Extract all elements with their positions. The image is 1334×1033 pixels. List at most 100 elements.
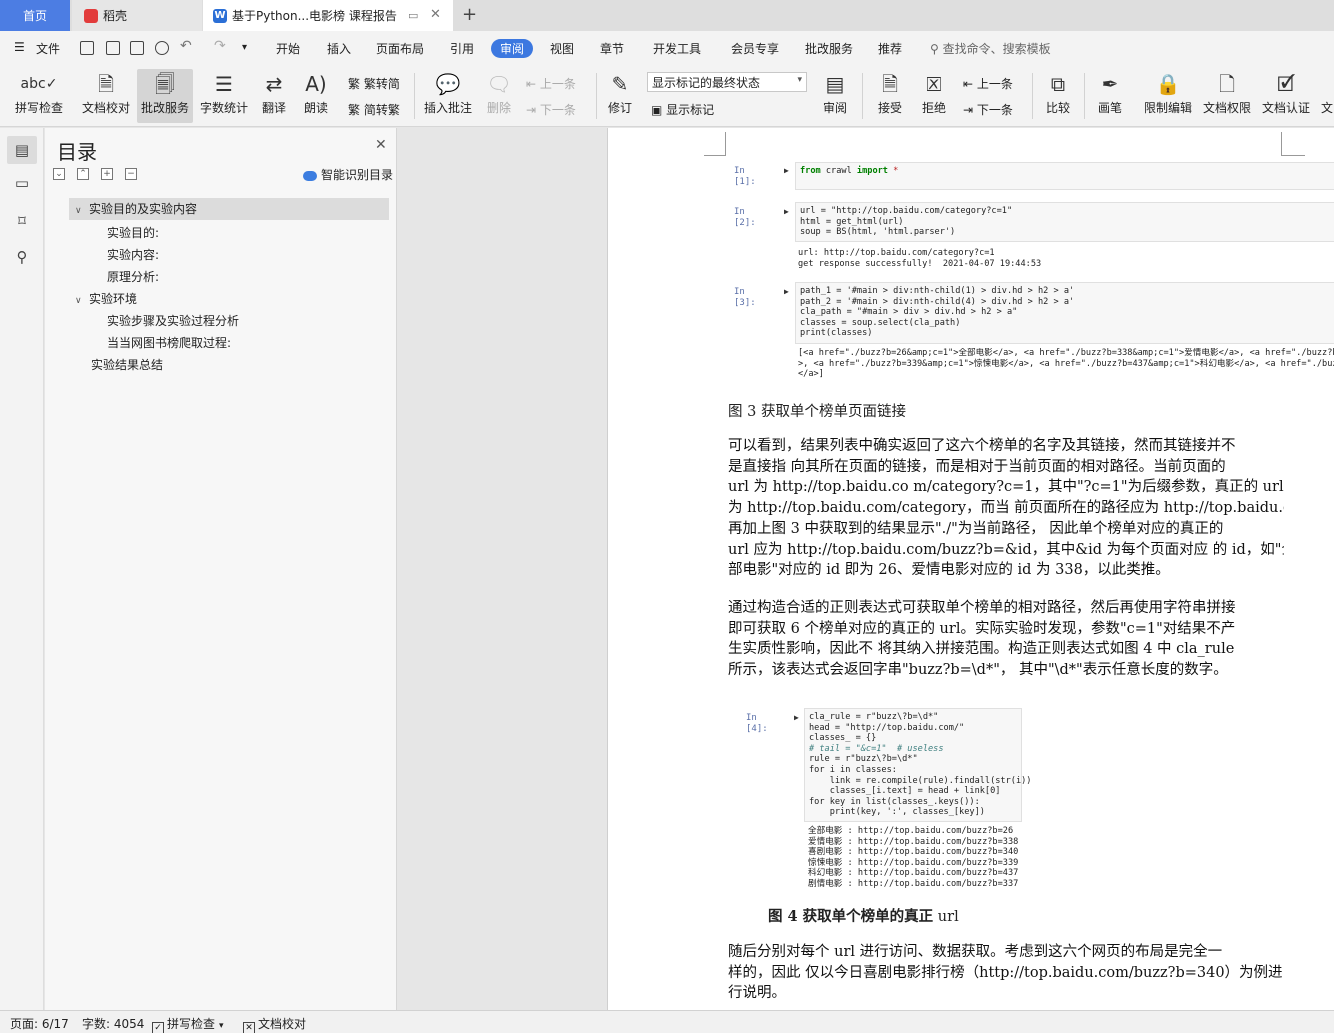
cell-output: url: http://top.baidu.com/category?c=1 g…: [798, 248, 1041, 269]
code-line: classes_[i.text] = head + link[0]: [809, 786, 1001, 797]
toc-item[interactable]: 实验目的:: [107, 224, 159, 241]
status-spell-check[interactable]: ✓ 拼写检查 ▾: [152, 1015, 224, 1033]
menu-review[interactable]: 审阅: [491, 39, 534, 58]
cell-output: 全部电影 : http://top.baidu.com/buzz?b=26 爱情…: [808, 826, 1018, 890]
next-change-icon: ⇥: [963, 103, 977, 117]
menu-file[interactable]: 文件: [36, 40, 60, 57]
menu-layout[interactable]: 页面布局: [376, 40, 424, 57]
doc-certify-button[interactable]: 🗹 文档认证: [1258, 69, 1314, 123]
tab-daoke[interactable]: 稻壳: [72, 0, 202, 31]
paragraph-line: 行说明。: [728, 985, 786, 1002]
compare-button[interactable]: ⧉ 比较: [1040, 69, 1076, 123]
prev-change-icon: ⇤: [963, 77, 977, 91]
undo-icon[interactable]: ↶: [180, 38, 192, 54]
more-button[interactable]: 文: [1320, 69, 1334, 123]
menu-correction[interactable]: 批改服务: [805, 40, 853, 57]
collapse-all-icon[interactable]: ⌄: [53, 168, 65, 180]
new-tab-button[interactable]: +: [462, 4, 477, 25]
paragraph-line: 是直接指 向其所在页面的链接，而是相对于当前页面的相对路径。当前页面的: [728, 458, 1226, 475]
margin-corner-mark: [704, 132, 726, 156]
toc-item[interactable]: 原理分析:: [107, 268, 159, 285]
figure-caption-tail: url: [933, 909, 959, 925]
add-heading-icon[interactable]: +: [101, 168, 113, 180]
menu-member[interactable]: 会员专享: [731, 40, 779, 57]
preview-icon[interactable]: [155, 41, 169, 55]
menu-chapter[interactable]: 章节: [600, 40, 624, 57]
simp-to-trad-button[interactable]: 繁 简转繁: [348, 101, 400, 118]
code-line: for key in list(classes_.keys()):: [809, 796, 980, 807]
accept-button[interactable]: 🗎 接受: [872, 69, 908, 123]
tab-close-icon[interactable]: ✕: [430, 7, 441, 22]
pen-button[interactable]: ✒ 画笔: [1094, 69, 1126, 123]
review-service-button[interactable]: 🗐 批改服务: [137, 69, 193, 123]
find-icon[interactable]: ⚲: [12, 248, 32, 268]
toc-item[interactable]: 当当网图书榜爬取过程:: [107, 334, 231, 351]
toc-pane: 目录 ✕ ⌄ ⌃ + − 智能识别目录 ∨ 实验目的及实验内容 实验目的: 实验内…: [45, 128, 397, 1010]
review-pane-button[interactable]: ▤ 审阅: [817, 69, 853, 123]
word-count-button[interactable]: ☰ 字数统计: [197, 69, 251, 123]
prev-comment-button[interactable]: ⇤ 上一条: [526, 75, 576, 92]
toc-panel-icon[interactable]: ▤: [7, 136, 37, 164]
menu-insert[interactable]: 插入: [327, 40, 351, 57]
smart-toc-button[interactable]: 智能识别目录: [303, 166, 393, 183]
review-service-icon: 🗐: [155, 72, 175, 96]
word-count-indicator[interactable]: 字数: 4054: [82, 1015, 144, 1032]
figure-caption-bold: 图 4 获取单个榜单的真正: [768, 908, 934, 925]
translate-button[interactable]: ⇄ 翻译: [255, 69, 293, 123]
save-icon[interactable]: [80, 41, 94, 55]
doc-rights-button[interactable]: 🗋 文档权限: [1199, 69, 1255, 123]
output-line: </a>]: [798, 369, 824, 378]
prev-change-button[interactable]: ⇤ 上一条: [963, 75, 1013, 92]
remove-heading-icon[interactable]: −: [125, 168, 137, 180]
menu-devtools[interactable]: 开发工具: [653, 40, 701, 57]
markup-status-value: 显示标记的最终状态: [652, 76, 761, 90]
cell-output: [<a href="./buzz?b=26&amp;c=1">全部电影</a>,…: [798, 348, 1334, 378]
toc-item[interactable]: ∨ 实验环境: [75, 290, 137, 307]
print-icon[interactable]: [130, 41, 144, 55]
insert-comment-button[interactable]: 💬 插入批注: [422, 69, 474, 123]
toc-item[interactable]: ∨ 实验目的及实验内容: [69, 198, 389, 220]
toc-item[interactable]: 实验步骤及实验过程分析: [107, 312, 239, 329]
trad-to-simp-button[interactable]: 繁 繁转简: [348, 75, 400, 92]
toc-item[interactable]: 实验结果总结: [91, 356, 163, 373]
show-marks-label: 显示标记: [666, 103, 715, 117]
bookmark-icon[interactable]: ⌑: [12, 212, 32, 232]
show-marks-button[interactable]: ▣ 显示标记: [651, 101, 714, 118]
paragraph-line: 通过构造合适的正则表达式可获取单个榜单的相对路径，然后再使用字符串拼接: [728, 600, 1236, 616]
close-icon[interactable]: ✕: [375, 137, 387, 153]
status-doc-proof[interactable]: ✕ 文档校对: [243, 1015, 306, 1033]
spell-check-button[interactable]: abc✓ 拼写检查: [8, 69, 70, 123]
delete-comment-button[interactable]: 🗨 删除: [480, 69, 518, 123]
expand-up-icon[interactable]: ⌃: [77, 168, 89, 180]
revise-button[interactable]: ✎ 修订: [602, 69, 638, 123]
reject-button[interactable]: 🗵 拒绝: [916, 69, 952, 123]
export-icon[interactable]: [106, 41, 120, 55]
proof-icon: ✕: [243, 1022, 255, 1033]
doc-proof-button[interactable]: 🗎 文档校对: [78, 69, 134, 123]
document-page[interactable]: In [1]: ▶ from crawl import * In [2]: ▶ …: [607, 128, 1334, 1010]
markup-status-select[interactable]: 显示标记的最终状态 ▾: [647, 72, 807, 92]
tab-pin-icon[interactable]: ▭: [408, 9, 418, 22]
menu-start[interactable]: 开始: [276, 40, 300, 57]
page-indicator[interactable]: 页面: 6/17: [10, 1015, 69, 1032]
read-aloud-button[interactable]: A) 朗读: [299, 69, 333, 123]
redo-icon[interactable]: ↷: [214, 38, 226, 54]
next-comment-button[interactable]: ⇥ 下一条: [526, 101, 576, 118]
toc-item[interactable]: 实验内容:: [107, 246, 159, 263]
command-search[interactable]: ⚲ 查找命令、搜索模板: [930, 40, 1051, 57]
more-icon: [1320, 69, 1334, 99]
menu-recommend[interactable]: 推荐: [878, 40, 902, 57]
navigation-icon[interactable]: ▭: [12, 174, 32, 194]
tab-home-label: 首页: [22, 9, 47, 23]
restrict-edit-button[interactable]: 🔒 限制编辑: [1140, 69, 1196, 123]
tab-home[interactable]: 首页: [0, 0, 70, 31]
menu-view[interactable]: 视图: [550, 40, 574, 57]
tab-document[interactable]: W 基于Python...电影榜 课程报告 ▭ ✕: [203, 0, 453, 31]
ribbon-separator: [1032, 73, 1033, 119]
hamburger-menu-icon[interactable]: ☰: [14, 40, 25, 54]
next-change-button[interactable]: ⇥ 下一条: [963, 101, 1013, 118]
run-icon: ▶: [784, 207, 789, 216]
menu-reference[interactable]: 引用: [450, 40, 474, 57]
review-pane-icon: ▤: [825, 72, 845, 96]
qa-dropdown-icon[interactable]: ▾: [242, 42, 247, 53]
